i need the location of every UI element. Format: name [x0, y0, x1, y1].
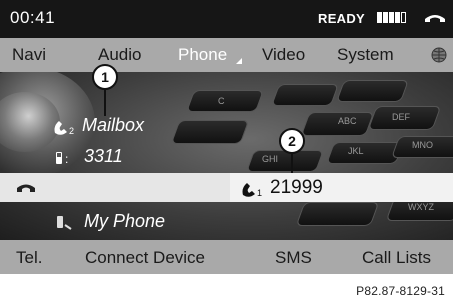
menu-navi[interactable]: Navi — [12, 45, 46, 65]
softkey-call-lists[interactable]: Call Lists — [362, 248, 431, 268]
keypad-key — [185, 90, 265, 112]
softkey-tel[interactable]: Tel. — [16, 248, 42, 268]
mailbox-call-icon: 2 — [54, 121, 74, 136]
svg-text:1: 1 — [257, 188, 262, 197]
keypad-key — [335, 80, 410, 102]
status-bar: 00:41 READY — [0, 0, 453, 38]
menu-video[interactable]: Video — [262, 45, 305, 65]
svg-text:2: 2 — [69, 126, 74, 136]
signal-strength-icon — [377, 12, 406, 23]
main-menu: Navi Audio Phone Video System — [0, 38, 453, 72]
callout-1: 1 — [92, 64, 118, 90]
svg-text::: : — [65, 152, 68, 166]
mobile-number-icon: : — [56, 152, 68, 166]
callout-2: 2 — [279, 128, 305, 154]
keypad-label: MNO — [412, 140, 433, 150]
softkey-sms[interactable]: SMS — [275, 248, 312, 268]
hang-up-icon[interactable] — [16, 183, 36, 193]
keypad-key — [295, 202, 380, 226]
globe-icon[interactable] — [431, 47, 447, 63]
infotainment-screen: 00:41 READY Navi Audio Phone Video Syste… — [0, 0, 453, 304]
keypad-key — [245, 150, 325, 172]
phone-handset-icon — [425, 15, 445, 22]
keypad-label: C — [218, 96, 225, 106]
keypad-key — [170, 120, 250, 144]
keypad-label: DEF — [392, 112, 410, 122]
contact-number[interactable]: 3311 — [84, 146, 123, 167]
phone-submenu: Tel. Connect Device SMS Call Lists — [0, 240, 453, 274]
keypad-key — [270, 84, 340, 106]
keypad-label: WXYZ — [408, 202, 434, 212]
contact-mailbox[interactable]: Mailbox — [82, 115, 144, 136]
menu-audio[interactable]: Audio — [98, 45, 141, 65]
keypad-label: GHI — [262, 154, 279, 164]
menu-phone[interactable]: Phone — [178, 45, 227, 65]
callout-1-leader — [104, 90, 106, 116]
my-phone-icon — [57, 216, 72, 230]
active-call-number: 21999 — [270, 177, 323, 198]
clock: 00:41 — [10, 8, 56, 27]
contact-my-phone[interactable]: My Phone — [84, 211, 165, 232]
active-marker-icon — [236, 58, 242, 64]
ready-status: READY — [318, 11, 366, 26]
menu-system[interactable]: System — [337, 45, 394, 65]
softkey-connect-device[interactable]: Connect Device — [85, 248, 205, 268]
active-call-icon: 1 — [242, 183, 262, 197]
callout-2-leader — [291, 154, 293, 174]
active-call-bar[interactable]: 1 21999 — [0, 173, 453, 202]
keypad-label: JKL — [348, 146, 364, 156]
figure-reference-code: P82.87-8129-31 — [356, 284, 445, 298]
keypad-label: ABC — [338, 116, 357, 126]
